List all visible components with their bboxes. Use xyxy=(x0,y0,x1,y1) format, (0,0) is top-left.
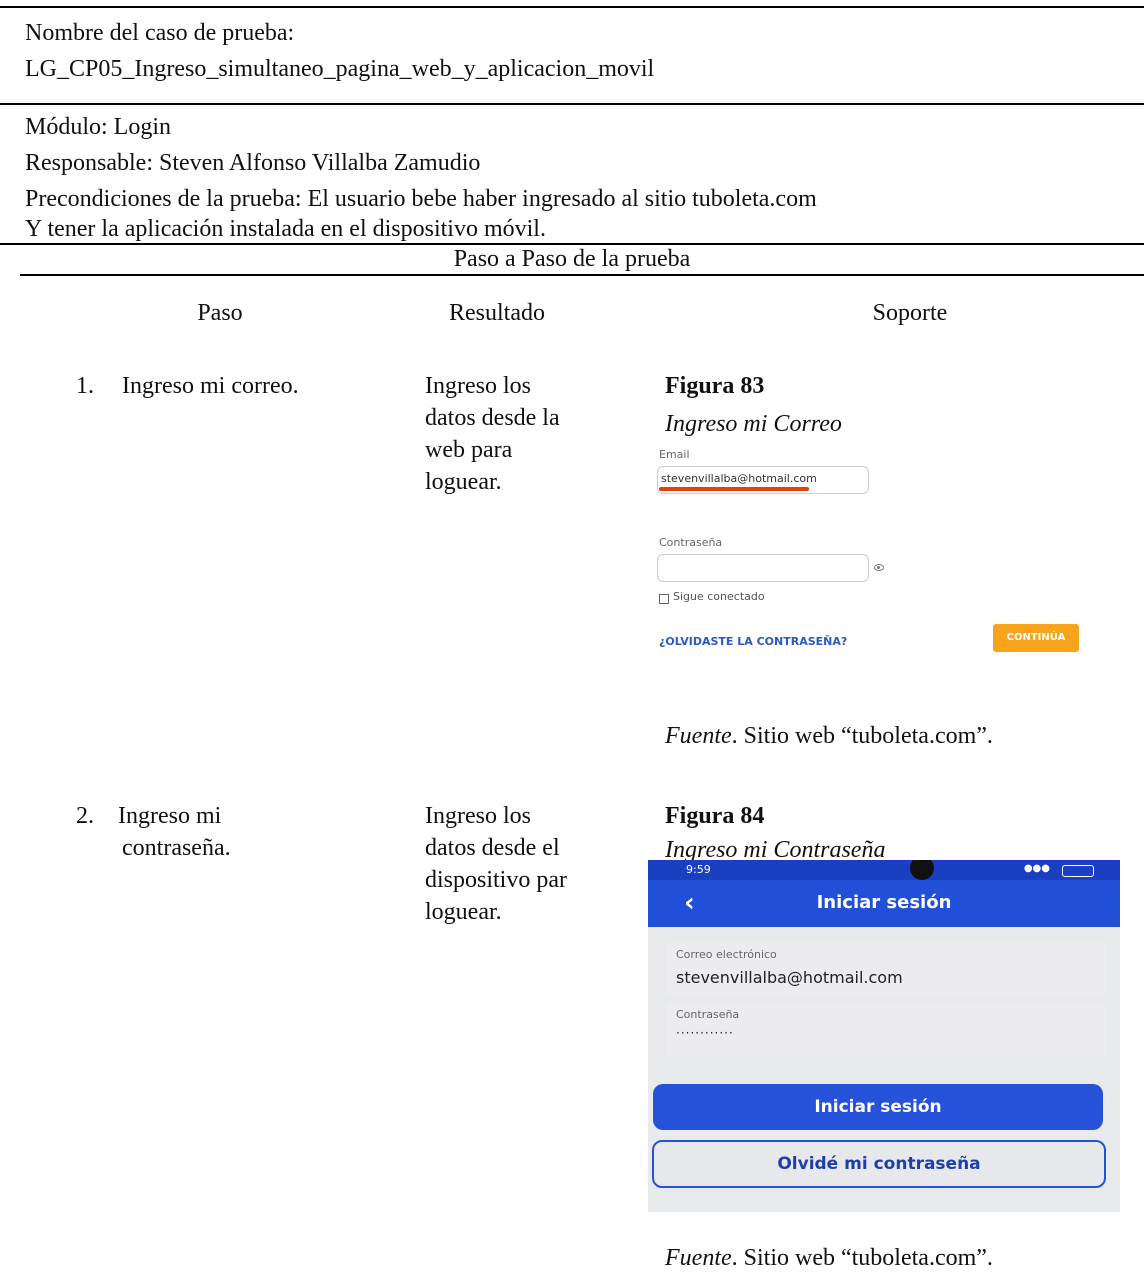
module-line: Módulo: Login xyxy=(25,114,172,140)
figure-83-subtitle: Ingreso mi Correo xyxy=(665,411,842,437)
email-value: stevenvillalba@hotmail.com xyxy=(661,472,817,485)
figure-83-source: Fuente. Sitio web “tuboleta.com”. xyxy=(665,720,993,752)
column-header-step: Paso xyxy=(197,300,243,326)
email-highlight-underline xyxy=(659,487,809,491)
source-label: Fuente xyxy=(665,723,732,749)
source-label: Fuente xyxy=(665,1245,732,1271)
web-login-figure: Email stevenvillalba@hotmail.com Contras… xyxy=(655,440,1085,660)
figure-84-source: Fuente. Sitio web “tuboleta.com”. xyxy=(665,1242,993,1274)
app-header: ‹ Iniciar sesión xyxy=(648,880,1120,927)
step-1-text: Ingreso mi correo. xyxy=(122,373,299,399)
password-field[interactable] xyxy=(657,554,869,582)
step-2-result-line: Ingreso los xyxy=(425,803,531,829)
password-label: Contraseña xyxy=(676,1008,740,1021)
step-2-result: Ingreso los datos desde el dispositivo p… xyxy=(425,800,620,928)
step-2-result-line: loguear. xyxy=(425,899,502,925)
status-bar: 9:59 ●●● xyxy=(648,860,1120,880)
app-title: Iniciar sesión xyxy=(816,892,952,913)
preconditions-line-2: Y tener la aplicación instalada en el di… xyxy=(25,216,546,242)
test-case-name: LG_CP05_Ingreso_simultaneo_pagina_web_y_… xyxy=(25,56,655,82)
step-1-number: 1. xyxy=(76,373,94,399)
step-1-result-line: Ingreso los xyxy=(425,373,531,399)
step-1-result-line: web para xyxy=(425,437,513,463)
password-value: ············ xyxy=(676,1026,734,1040)
forgot-password-button[interactable]: Olvidé mi contraseña xyxy=(652,1140,1106,1188)
signal-icon: ●●● xyxy=(1023,863,1050,874)
mobile-login-figure: 9:59 ●●● ‹ Iniciar sesión Correo electró… xyxy=(648,860,1120,1212)
email-label: Email xyxy=(659,448,690,461)
password-label: Contraseña xyxy=(659,536,723,549)
column-header-support: Soporte xyxy=(872,300,948,326)
source-text: . Sitio web “tuboleta.com”. xyxy=(731,1245,993,1271)
responsible-line: Responsable: Steven Alfonso Villalba Zam… xyxy=(25,150,481,176)
camera-notch xyxy=(910,860,934,880)
step-2-result-line: datos desde el xyxy=(425,835,560,861)
top-rule xyxy=(0,6,1144,8)
source-text: . Sitio web “tuboleta.com”. xyxy=(731,723,993,749)
email-value: stevenvillalba@hotmail.com xyxy=(676,968,903,987)
battery-icon xyxy=(1062,865,1094,877)
eye-icon[interactable] xyxy=(874,564,884,571)
figure-83-title: Figura 83 xyxy=(665,373,765,399)
forgot-password-link[interactable]: ¿OLVIDASTE LA CONTRASEÑA? xyxy=(659,635,847,648)
steps-section-title: Paso a Paso de la prueba xyxy=(453,246,691,272)
step-1-result-line: datos desde la xyxy=(425,405,560,431)
step-2-text-2: contraseña. xyxy=(122,835,231,861)
step-2-text-1: Ingreso mi xyxy=(118,803,222,829)
email-label: Correo electrónico xyxy=(676,948,777,961)
figure-84-title: Figura 84 xyxy=(665,803,765,829)
column-header-result: Resultado xyxy=(449,300,545,326)
divider-after-name xyxy=(0,103,1144,105)
status-time: 9:59 xyxy=(686,863,711,876)
step-2-result-line: dispositivo par xyxy=(425,867,567,893)
login-button[interactable]: Iniciar sesión xyxy=(653,1084,1103,1130)
step-1-result: Ingreso los datos desde la web para logu… xyxy=(425,370,620,498)
preconditions-line-1: Precondiciones de la prueba: El usuario … xyxy=(25,186,817,212)
remember-checkbox[interactable] xyxy=(659,594,669,604)
divider-after-section-title xyxy=(20,274,1144,276)
step-1-result-line: loguear. xyxy=(425,469,502,495)
remember-label: Sigue conectado xyxy=(673,590,765,603)
continue-button[interactable]: CONTINÚA xyxy=(993,624,1079,652)
step-2-number: 2. xyxy=(76,803,94,829)
test-case-label: Nombre del caso de prueba: xyxy=(25,20,295,46)
